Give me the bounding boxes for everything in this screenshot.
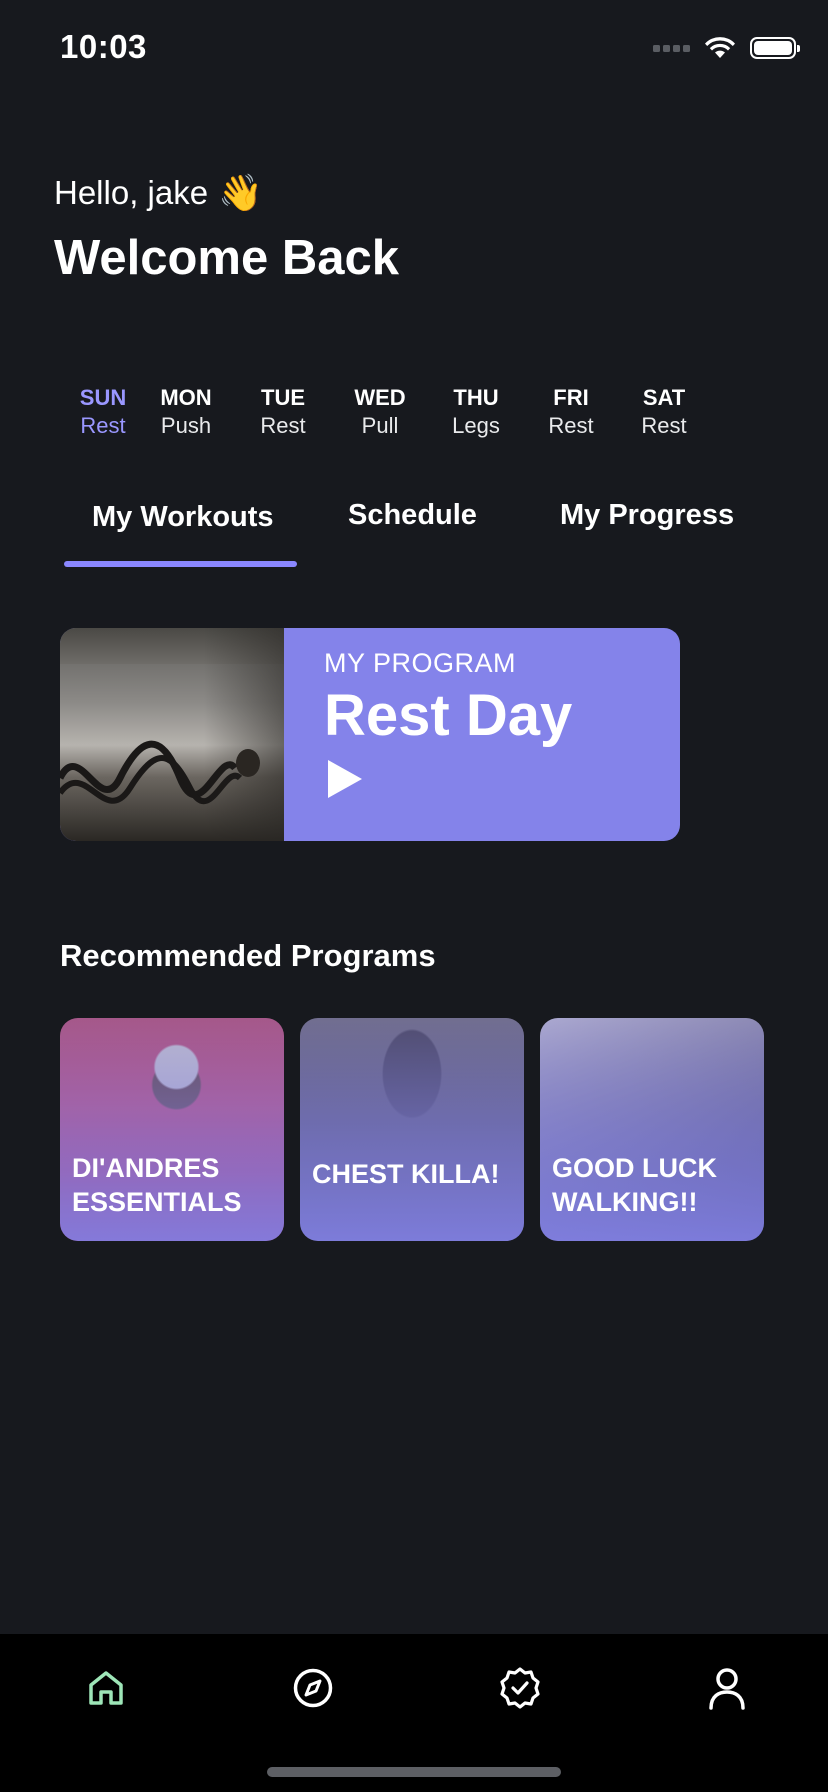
day-name: FRI <box>553 385 589 410</box>
play-icon[interactable] <box>328 760 362 798</box>
day-name: THU <box>453 385 499 410</box>
program-photo <box>60 628 284 841</box>
day-tue[interactable]: TUE Rest <box>234 384 332 440</box>
program-card-diandres-essentials[interactable]: DI'ANDRES ESSENTIALS <box>60 1018 284 1241</box>
program-title: Rest Day <box>324 683 573 748</box>
home-indicator[interactable] <box>267 1767 561 1777</box>
tab-my-workouts[interactable]: My Workouts <box>92 501 274 534</box>
my-program-card[interactable]: MY PROGRAM Rest Day <box>60 628 680 841</box>
day-fri[interactable]: FRI Rest <box>524 384 618 440</box>
day-sat[interactable]: SAT Rest <box>618 384 710 440</box>
day-name: SUN <box>79 385 127 410</box>
tab-bar: My Workouts Schedule My Progress <box>64 495 764 567</box>
status-icons <box>653 36 800 60</box>
active-tab-indicator <box>64 561 297 567</box>
greeting: Hello, jake 👋 <box>54 172 263 214</box>
home-icon <box>89 1671 123 1705</box>
day-wed[interactable]: WED Pull <box>332 384 428 440</box>
day-workout: Pull <box>361 413 399 438</box>
tab-my-progress[interactable]: My Progress <box>560 499 734 532</box>
nav-home[interactable] <box>82 1664 130 1712</box>
program-label: MY PROGRAM <box>324 648 517 678</box>
day-name: TUE <box>261 385 305 410</box>
section-title: Recommended Programs <box>60 938 436 973</box>
week-schedule: SUN Rest MON Push TUE Rest WED Pull THU … <box>68 384 710 440</box>
nav-profile[interactable] <box>703 1664 751 1712</box>
nav-achievements[interactable] <box>496 1664 544 1712</box>
badge-check-icon <box>500 1667 540 1709</box>
program-card-label: CHEST KILLA! <box>312 1159 500 1189</box>
nav-explore[interactable] <box>289 1664 337 1712</box>
day-mon[interactable]: MON Push <box>138 384 234 440</box>
user-icon <box>709 1668 745 1710</box>
program-card-good-luck-walking[interactable]: GOOD LUCK WALKING!! <box>540 1018 764 1241</box>
day-name: WED <box>354 385 406 410</box>
cellular-signal-icon <box>653 44 690 52</box>
recommended-programs-list: DI'ANDRES ESSENTIALS CHEST KILLA! GOOD L… <box>60 1018 764 1241</box>
compass-icon <box>293 1668 333 1708</box>
program-card-label: DI'ANDRES ESSENTIALS <box>72 1153 242 1217</box>
program-card-chest-killa[interactable]: CHEST KILLA! <box>300 1018 524 1241</box>
page-title: Welcome Back <box>54 231 399 285</box>
day-workout: Rest <box>260 413 306 438</box>
status-time: 10:03 <box>60 28 147 65</box>
day-workout: Rest <box>641 413 687 438</box>
waving-hand-icon: 👋 <box>218 172 263 213</box>
day-workout: Push <box>160 413 212 438</box>
program-card-label: GOOD LUCK WALKING!! <box>552 1153 717 1217</box>
status-bar: 10:03 <box>0 0 828 100</box>
day-workout: Rest <box>80 413 126 438</box>
day-name: SAT <box>642 385 686 410</box>
day-name: MON <box>160 385 212 410</box>
greeting-text: Hello, jake <box>54 174 209 211</box>
day-workout: Rest <box>548 413 594 438</box>
wifi-icon <box>705 37 735 58</box>
day-sun[interactable]: SUN Rest <box>68 384 138 440</box>
tab-schedule[interactable]: Schedule <box>348 499 477 532</box>
battery-icon <box>750 37 800 59</box>
day-thu[interactable]: THU Legs <box>428 384 524 440</box>
day-workout: Legs <box>452 413 500 438</box>
